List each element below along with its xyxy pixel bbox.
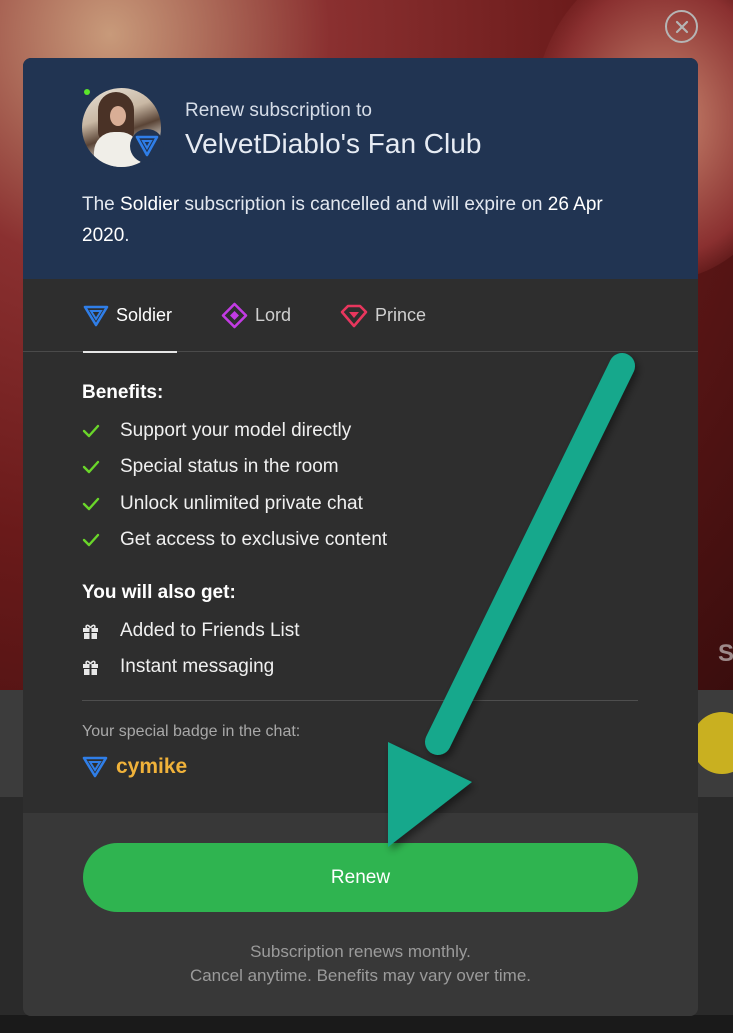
tier-tabs: Soldier Lord Prince bbox=[23, 279, 698, 353]
online-status-dot bbox=[84, 89, 90, 95]
tab-label: Prince bbox=[375, 305, 427, 325]
badge-username: cymike bbox=[116, 755, 188, 778]
gift-icon bbox=[83, 660, 98, 675]
benefit-item: Unlock unlimited private chat bbox=[82, 491, 363, 517]
modal-footer: Renew Subscription renews monthly. Cance… bbox=[23, 813, 698, 1016]
prince-gem-icon bbox=[340, 304, 368, 327]
close-button[interactable] bbox=[665, 10, 698, 43]
soldier-triangle-icon bbox=[83, 305, 109, 326]
renew-button[interactable]: Renew bbox=[83, 843, 638, 912]
benefit-item: Special status in the room bbox=[82, 454, 339, 480]
soldier-triangle-icon bbox=[135, 135, 159, 157]
tab-prince[interactable]: Prince bbox=[340, 279, 426, 352]
extras-title: You will also get: bbox=[82, 582, 236, 603]
renewal-note: Subscription renews monthly. Cancel anyt… bbox=[189, 942, 532, 985]
check-icon bbox=[82, 533, 100, 547]
badge-preview: cymike bbox=[82, 754, 187, 780]
gift-icon bbox=[83, 624, 98, 639]
benefit-item: Get access to exclusive content bbox=[82, 527, 387, 553]
modal-header: Renew subscription to VelvetDiablo's Fan… bbox=[23, 58, 698, 279]
section-divider bbox=[82, 700, 638, 701]
lord-diamond-icon bbox=[221, 302, 248, 329]
background-strip bbox=[0, 1015, 733, 1033]
tab-lord[interactable]: Lord bbox=[221, 279, 291, 352]
tab-label: Soldier bbox=[116, 305, 173, 325]
subscription-status: The Soldier subscription is cancelled an… bbox=[82, 194, 603, 246]
subscription-modal: Renew subscription to VelvetDiablo's Fan… bbox=[23, 58, 698, 1016]
tab-soldier[interactable]: Soldier bbox=[83, 279, 177, 353]
tab-label: Lord bbox=[255, 305, 292, 325]
avatar-tier-badge bbox=[130, 129, 164, 163]
check-icon bbox=[82, 424, 100, 438]
benefits-title: Benefits: bbox=[82, 382, 164, 403]
benefit-item: Support your model directly bbox=[82, 418, 351, 444]
extra-item: Added to Friends List bbox=[82, 618, 300, 644]
modal-subtitle: Renew subscription to bbox=[185, 100, 372, 121]
status-tier: Soldier bbox=[120, 194, 180, 215]
modal-title: VelvetDiablo's Fan Club bbox=[185, 128, 482, 159]
check-icon bbox=[82, 497, 100, 511]
check-icon bbox=[82, 460, 100, 474]
close-icon bbox=[675, 20, 688, 33]
soldier-triangle-icon bbox=[82, 756, 108, 778]
background-partial-text: S bbox=[718, 640, 733, 667]
extra-item: Instant messaging bbox=[82, 654, 274, 680]
badge-label: Your special badge in the chat: bbox=[82, 723, 301, 740]
